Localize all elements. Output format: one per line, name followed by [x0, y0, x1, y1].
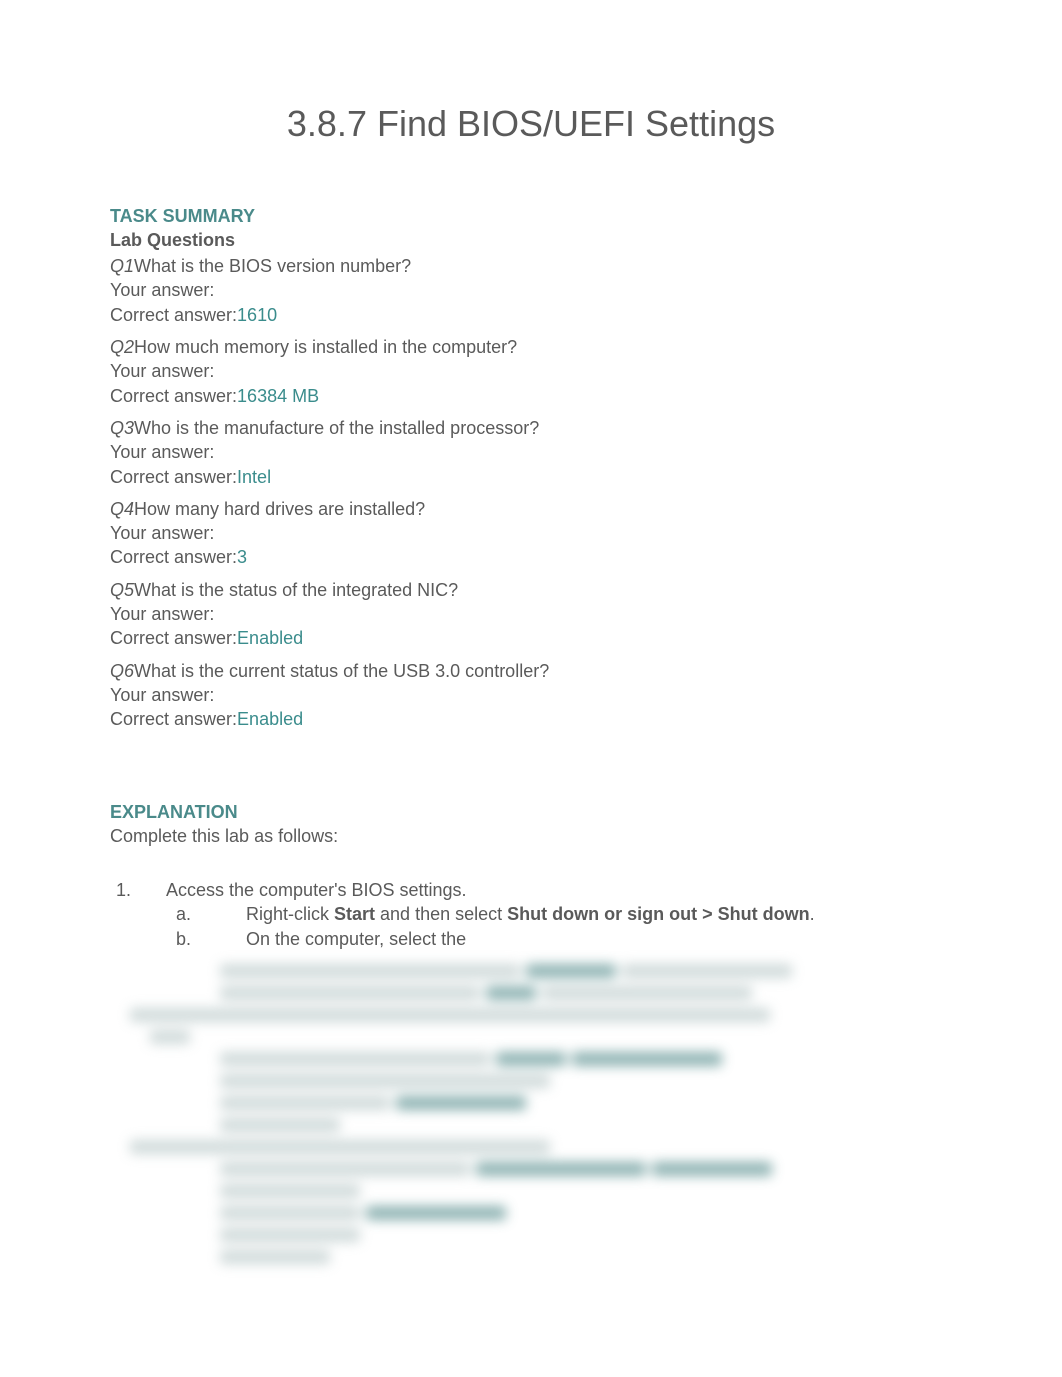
- correct-answer-value: Intel: [237, 467, 271, 487]
- question-block: Q5What is the status of the integrated N…: [110, 578, 952, 651]
- question-block: Q6What is the current status of the USB …: [110, 659, 952, 732]
- document-page: 3.8.7 Find BIOS/UEFI Settings TASK SUMMA…: [0, 0, 1062, 1377]
- question-text: How many hard drives are installed?: [134, 499, 425, 519]
- correct-answer-value: 3: [237, 547, 247, 567]
- question-text: How much memory is installed in the comp…: [134, 337, 517, 357]
- correct-answer-value: 1610: [237, 305, 277, 325]
- question-label: Q6: [110, 661, 134, 681]
- question-text: What is the current status of the USB 3.…: [134, 661, 549, 681]
- steps-list: Access the computer's BIOS settings. Rig…: [110, 878, 952, 951]
- question-label: Q5: [110, 580, 134, 600]
- correct-answer-value: Enabled: [237, 628, 303, 648]
- question-label: Q4: [110, 499, 134, 519]
- correct-answer-label: Correct answer:: [110, 628, 237, 648]
- blurred-content: [110, 961, 952, 1265]
- question-label: Q3: [110, 418, 134, 438]
- explanation-heading: EXPLANATION: [110, 800, 952, 824]
- question-block: Q2How much memory is installed in the co…: [110, 335, 952, 408]
- correct-answer-label: Correct answer:: [110, 547, 237, 567]
- your-answer-label: Your answer:: [110, 278, 952, 302]
- correct-answer-label: Correct answer:: [110, 467, 237, 487]
- correct-answer-label: Correct answer:: [110, 386, 237, 406]
- step-1-text: Access the computer's BIOS settings.: [166, 880, 467, 900]
- correct-answer-value: 16384 MB: [237, 386, 319, 406]
- your-answer-label: Your answer:: [110, 359, 952, 383]
- question-text: Who is the manufacture of the installed …: [134, 418, 539, 438]
- correct-answer-label: Correct answer:: [110, 305, 237, 325]
- correct-answer-value: Enabled: [237, 709, 303, 729]
- your-answer-label: Your answer:: [110, 602, 952, 626]
- your-answer-label: Your answer:: [110, 440, 952, 464]
- question-label: Q2: [110, 337, 134, 357]
- question-block: Q1What is the BIOS version number? Your …: [110, 254, 952, 327]
- correct-answer-label: Correct answer:: [110, 709, 237, 729]
- question-text: What is the BIOS version number?: [134, 256, 411, 276]
- lab-questions-heading: Lab Questions: [110, 228, 952, 252]
- step-1a: Right-click Start and then select Shut d…: [196, 902, 952, 926]
- question-block: Q4How many hard drives are installed? Yo…: [110, 497, 952, 570]
- step-1: Access the computer's BIOS settings. Rig…: [136, 878, 952, 951]
- page-title: 3.8.7 Find BIOS/UEFI Settings: [110, 100, 952, 149]
- question-block: Q3Who is the manufacture of the installe…: [110, 416, 952, 489]
- step-1b: On the computer, select the: [196, 927, 952, 951]
- question-text: What is the status of the integrated NIC…: [134, 580, 458, 600]
- question-label: Q1: [110, 256, 134, 276]
- explanation-intro: Complete this lab as follows:: [110, 824, 952, 848]
- your-answer-label: Your answer:: [110, 521, 952, 545]
- your-answer-label: Your answer:: [110, 683, 952, 707]
- task-summary-heading: TASK SUMMARY: [110, 204, 952, 228]
- step-1-substeps: Right-click Start and then select Shut d…: [166, 902, 952, 951]
